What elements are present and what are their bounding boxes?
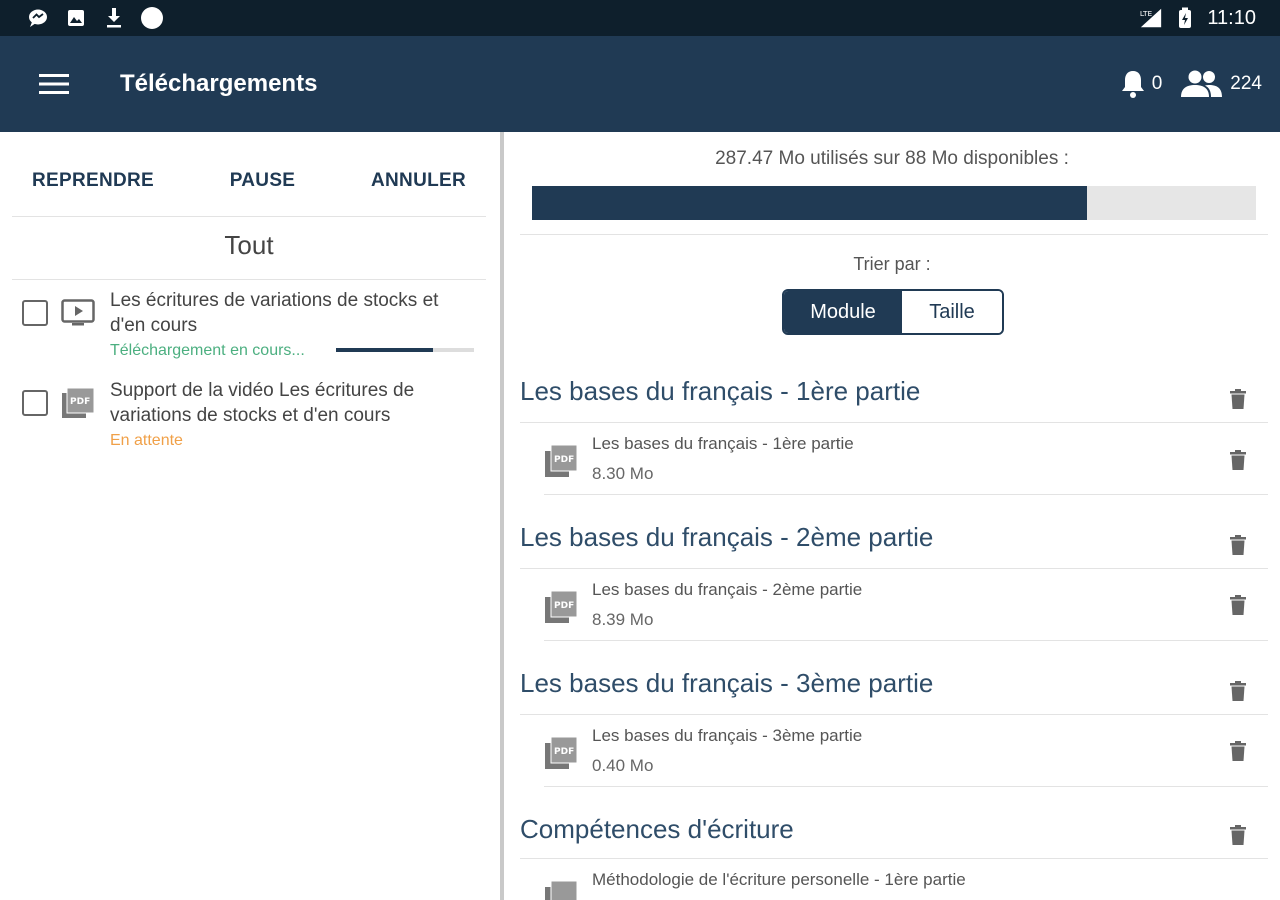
download-item-title: d'en cours xyxy=(110,315,198,336)
divider xyxy=(12,216,486,217)
file-name: Les bases du français - 3ème partie xyxy=(592,726,863,745)
divider xyxy=(12,279,486,280)
users-count: 224 xyxy=(1230,73,1262,94)
pdf-icon: PDF xyxy=(545,444,578,477)
storage-bar-fill xyxy=(532,186,1087,220)
storage-bar xyxy=(532,186,1256,220)
circle-icon xyxy=(140,6,164,30)
trash-icon xyxy=(1230,389,1246,409)
delete-module-button[interactable] xyxy=(1228,680,1248,702)
module-title: Les bases du français - 2ème partie xyxy=(520,522,934,552)
file-item: PDF Les bases du français - 2ème partie … xyxy=(544,570,1264,640)
download-progress-bar xyxy=(336,348,474,352)
trash-icon xyxy=(1230,450,1246,470)
file-name: Méthodologie de l'écriture personelle - … xyxy=(592,870,966,889)
divider xyxy=(544,786,1268,787)
divider xyxy=(520,422,1268,423)
module-title: Les bases du français - 3ème partie xyxy=(520,668,934,698)
trash-icon xyxy=(1230,681,1246,701)
image-icon xyxy=(64,6,88,30)
notifications-count: 0 xyxy=(1151,73,1163,94)
download-item-title: variations de stocks et d'en cours xyxy=(110,405,391,426)
filter-selector[interactable]: Tout xyxy=(12,230,486,261)
trash-icon xyxy=(1230,535,1246,555)
video-icon xyxy=(60,298,96,328)
storage-usage-text: 287.47 Mo utilisés sur 88 Mo disponibles… xyxy=(715,148,1069,169)
download-item-checkbox[interactable] xyxy=(22,390,48,416)
cancel-button[interactable]: ANNULER xyxy=(371,170,466,192)
notifications-button[interactable]: 0 xyxy=(1120,69,1163,99)
bell-icon xyxy=(1121,71,1144,98)
messenger-icon xyxy=(26,6,50,30)
sort-by-module-button[interactable]: Module xyxy=(784,291,902,333)
delete-file-button[interactable] xyxy=(1228,740,1248,762)
divider xyxy=(544,640,1268,641)
sort-by-size-button[interactable]: Taille xyxy=(902,291,1002,333)
network-label: LTE xyxy=(1140,9,1153,18)
download-item-status: En attente xyxy=(110,432,183,449)
menu-button[interactable] xyxy=(24,54,84,114)
svg-text:PDF: PDF xyxy=(554,747,574,757)
delete-module-button[interactable] xyxy=(1228,534,1248,556)
module-title: Les bases du français - 1ère partie xyxy=(520,376,921,406)
file-item: PDF Les bases du français - 3ème partie … xyxy=(544,716,1264,786)
svg-text:PDF: PDF xyxy=(70,397,90,407)
trash-icon xyxy=(1230,595,1246,615)
app-bar: Téléchargements 0 224 xyxy=(0,36,1280,132)
divider xyxy=(520,714,1268,715)
download-progress-fill xyxy=(336,348,433,352)
svg-text:PDF: PDF xyxy=(554,601,574,611)
delete-file-button[interactable] xyxy=(1228,449,1248,471)
divider xyxy=(520,858,1268,859)
hamburger-icon xyxy=(39,74,69,94)
download-item: PDF Support de la vidéo Les écritures de… xyxy=(22,378,482,450)
divider xyxy=(520,568,1268,569)
file-size: 8.30 Mo xyxy=(592,464,654,483)
battery-icon xyxy=(1173,6,1197,30)
file-item: PDF Les bases du français - 1ère partie … xyxy=(544,424,1264,494)
download-item-title: Les écritures de variations de stocks et xyxy=(110,290,439,311)
clock: 11:10 xyxy=(1207,6,1256,29)
file-item: Méthodologie de l'écriture personelle - … xyxy=(544,860,1264,900)
users-icon xyxy=(1181,70,1223,97)
sort-label: Trier par : xyxy=(853,254,931,274)
status-bar: LTE 11:10 xyxy=(0,0,1280,36)
resume-button[interactable]: REPRENDRE xyxy=(32,170,154,192)
pdf-icon: PDF xyxy=(545,590,578,623)
signal-icon: LTE xyxy=(1139,6,1163,30)
file-name: Les bases du français - 1ère partie xyxy=(592,434,854,453)
divider xyxy=(544,494,1268,495)
users-button[interactable]: 224 xyxy=(1178,69,1262,99)
delete-file-button[interactable] xyxy=(1228,594,1248,616)
download-actions: REPRENDRE PAUSE ANNULER xyxy=(12,150,486,212)
file-name: Les bases du français - 2ème partie xyxy=(592,580,863,599)
delete-module-button[interactable] xyxy=(1228,824,1248,846)
trash-icon xyxy=(1230,741,1246,761)
divider xyxy=(520,234,1268,235)
download-item-checkbox[interactable] xyxy=(22,300,48,326)
page-title: Téléchargements xyxy=(120,70,318,97)
pause-button[interactable]: PAUSE xyxy=(230,170,296,192)
download-item-title: Support de la vidéo Les écritures de xyxy=(110,380,415,401)
file-size: 8.39 Mo xyxy=(592,610,654,629)
svg-text:PDF: PDF xyxy=(554,455,574,465)
pdf-icon: PDF xyxy=(60,387,96,418)
trash-icon xyxy=(1230,825,1246,845)
sort-toggle: Module Taille xyxy=(782,289,1004,335)
pdf-icon: PDF xyxy=(545,736,578,769)
pdf-icon xyxy=(545,880,578,900)
download-icon xyxy=(102,6,126,30)
file-size: 0.40 Mo xyxy=(592,756,654,775)
module-title: Compétences d'écriture xyxy=(520,814,794,844)
delete-module-button[interactable] xyxy=(1228,388,1248,410)
